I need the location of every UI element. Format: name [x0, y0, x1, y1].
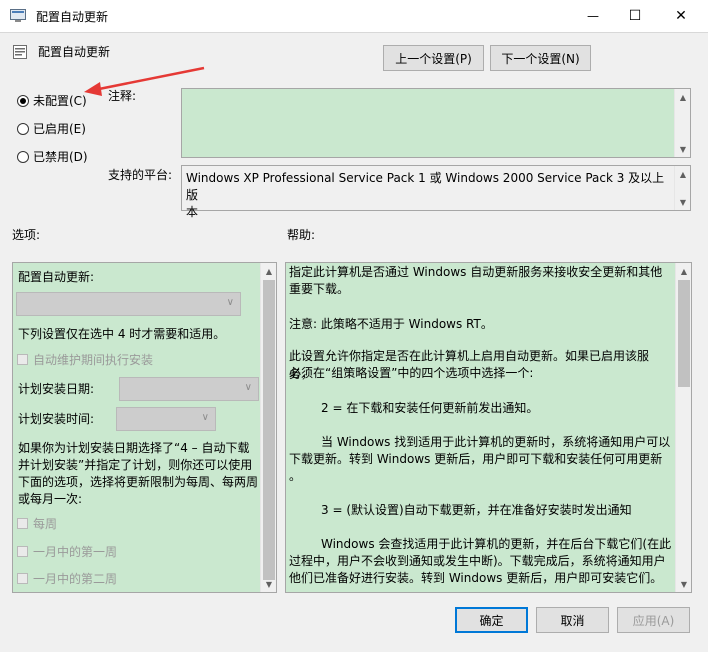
checkbox-label: 每周: [33, 517, 58, 531]
setting-title: 配置自动更新: [38, 45, 111, 59]
platform-text-line: 本: [186, 205, 199, 219]
platform-scrollbar[interactable]: ▲ ▼: [674, 166, 690, 210]
first-week-checkbox[interactable]: 一月中的第一周: [17, 543, 117, 560]
schedule-day-dropdown[interactable]: ∨: [119, 377, 259, 401]
apply-button[interactable]: 应用(A): [617, 607, 690, 633]
scroll-up-icon[interactable]: ▲: [675, 166, 691, 182]
close-button[interactable]: ✕: [658, 0, 704, 32]
description-line: 如果你为计划安装日期选择了“4 – 自动下载: [18, 441, 250, 455]
platform-text-line: Windows XP Professional Service Pack 1 或…: [186, 171, 665, 202]
minimize-button[interactable]: —: [570, 0, 616, 32]
chevron-down-icon: ∨: [244, 382, 252, 393]
help-text-line: 3 = (默认设置)自动下载更新，并在准备好安装时发出通知: [321, 503, 632, 517]
maximize-button[interactable]: ☐: [612, 0, 658, 32]
minimize-icon: —: [587, 9, 599, 23]
checkbox-box: [17, 546, 28, 557]
description-line: 或每月一次:: [18, 492, 83, 506]
schedule-day-label: 计划安装日期:: [18, 382, 95, 396]
radio-dot: [17, 150, 29, 163]
radio-label: 未配置(C): [33, 94, 87, 108]
options-panel: 配置自动更新: ∨ 下列设置仅在选中 4 时才需要和适用。 自动维护期间执行安装…: [12, 262, 277, 593]
help-label: 帮助:: [287, 228, 316, 242]
help-panel: 指定此计算机是否通过 Windows 自动更新服务来接收安全更新和其他 重要下载…: [285, 262, 692, 593]
chevron-down-icon: ∨: [226, 297, 234, 308]
help-text-line: 他们已准备好进行安装。转到 Windows 更新后，用户即可安装它们。: [289, 571, 663, 585]
help-text-line: Windows 会查找适用于此计算机的更新，并在后台下载它们(在此: [321, 537, 672, 551]
help-scrollbar[interactable]: ▲ ▼: [675, 263, 691, 592]
setting-icon: [12, 44, 28, 60]
help-text-line: 2 = 在下载和安装任何更新前发出通知。: [321, 401, 539, 415]
platform-label: 支持的平台:: [108, 168, 173, 182]
help-text-line: 过程中，用户不会收到通知或发生中断)。下载完成后，系统将通知用户: [289, 554, 666, 568]
platform-box: Windows XP Professional Service Pack 1 或…: [181, 165, 691, 219]
scroll-up-icon[interactable]: ▲: [675, 89, 691, 105]
maintenance-checkbox[interactable]: 自动维护期间执行安装: [17, 351, 153, 368]
scroll-up-icon[interactable]: ▲: [261, 263, 276, 279]
help-text-line: 当 Windows 找到适用于此计算机的更新时，系统将通知用户可以: [321, 435, 671, 449]
radio-dot: [17, 122, 29, 135]
comment-scrollbar[interactable]: ▲ ▼: [674, 89, 690, 157]
help-text-line: 下载更新。转到 Windows 更新后，用户即可下载和安装任何可用更新: [289, 452, 663, 466]
second-week-checkbox[interactable]: 一月中的第二周: [17, 570, 117, 587]
checkbox-box: [17, 573, 28, 584]
scroll-up-icon[interactable]: ▲: [676, 263, 691, 279]
weekly-checkbox[interactable]: 每周: [17, 515, 57, 532]
options-scrollbar[interactable]: ▲ ▼: [260, 263, 276, 592]
scroll-down-icon[interactable]: ▼: [676, 576, 691, 592]
radio-dot: [17, 94, 29, 107]
close-icon: ✕: [675, 8, 687, 24]
checkbox-box: [17, 518, 28, 529]
options-label: 选项:: [12, 228, 41, 242]
description-line: 并计划安装”并指定了计划，则你还可以使用: [18, 458, 253, 472]
checkbox-label: 一月中的第二周: [33, 572, 118, 586]
radio-disabled[interactable]: 已禁用(D): [17, 148, 88, 165]
checkbox-label: 自动维护期间执行安装: [33, 353, 154, 367]
comment-textarea[interactable]: ▲ ▼: [181, 88, 691, 158]
maximize-icon: ☐: [628, 8, 642, 24]
schedule-time-dropdown[interactable]: ∨: [116, 407, 216, 431]
prev-setting-button[interactable]: 上一个设置(P): [383, 45, 484, 71]
schedule-description: 如果你为计划安装日期选择了“4 – 自动下载 并计划安装”并指定了计划，则你还可…: [18, 440, 264, 508]
radio-enabled[interactable]: 已启用(E): [17, 120, 86, 137]
checkbox-label: 一月中的第一周: [33, 545, 118, 559]
help-text-line: 注意: 此策略不适用于 Windows RT。: [289, 317, 493, 331]
radio-not-configured[interactable]: 未配置(C): [17, 92, 87, 109]
scroll-down-icon[interactable]: ▼: [675, 194, 691, 210]
help-text-line: 。: [289, 469, 302, 483]
configure-dropdown[interactable]: ∨: [16, 292, 241, 316]
next-setting-button[interactable]: 下一个设置(N): [490, 45, 591, 71]
scroll-thumb[interactable]: [678, 280, 690, 387]
scroll-down-icon[interactable]: ▼: [675, 141, 691, 157]
radio-label: 已禁用(D): [33, 150, 88, 164]
cancel-button[interactable]: 取消: [536, 607, 609, 633]
chevron-down-icon: ∨: [201, 412, 209, 423]
schedule-time-label: 计划安装时间:: [18, 412, 95, 426]
checkbox-box: [17, 354, 28, 365]
comment-label: 注释:: [108, 89, 137, 103]
policy-window-icon: [10, 9, 26, 23]
description-line: 下面的选项，选择将更新限制为每周、每两周: [18, 475, 259, 489]
radio-label: 已启用(E): [33, 122, 86, 136]
help-text-line: 重要下载。: [289, 282, 350, 296]
ok-button[interactable]: 确定: [455, 607, 528, 633]
configure-label: 配置自动更新:: [18, 270, 95, 284]
help-text-line: 指定此计算机是否通过 Windows 自动更新服务来接收安全更新和其他: [289, 265, 663, 279]
scroll-down-icon[interactable]: ▼: [261, 576, 276, 592]
help-text-line: 必须在“组策略设置”中的四个选项中选择一个:: [289, 366, 534, 380]
options-note: 下列设置仅在选中 4 时才需要和适用。: [18, 327, 226, 341]
scroll-thumb[interactable]: [263, 280, 275, 580]
window-title: 配置自动更新: [36, 10, 109, 24]
